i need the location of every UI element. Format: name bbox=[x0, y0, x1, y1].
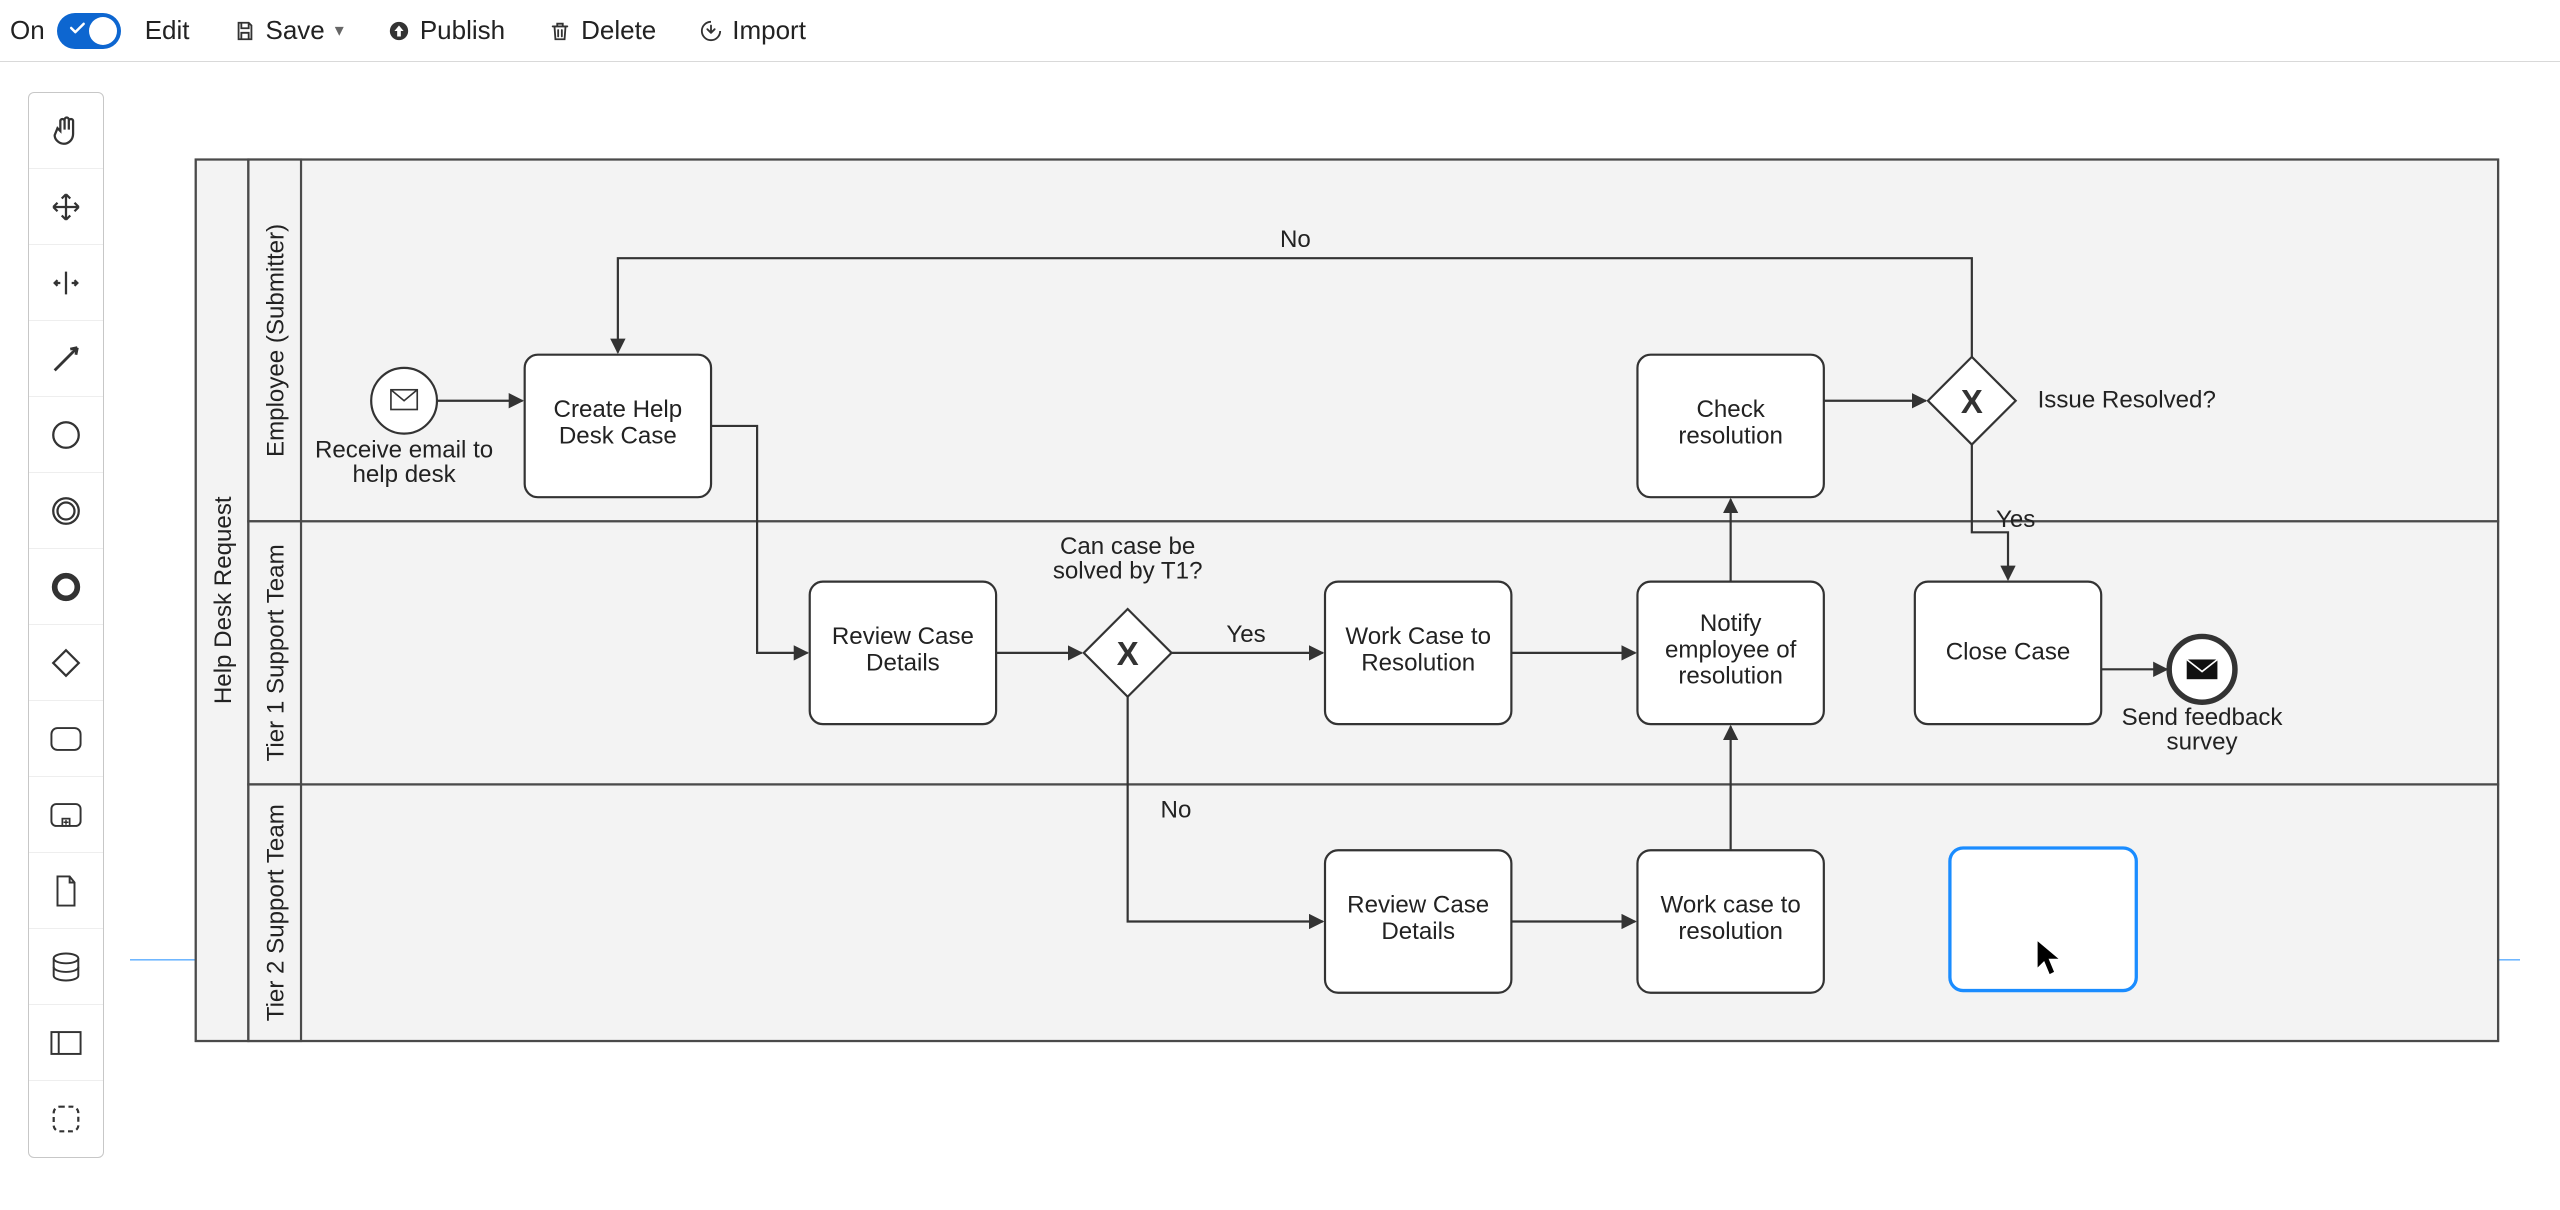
save-button[interactable]: Save ▾ bbox=[234, 15, 344, 46]
double-circle-shape[interactable] bbox=[29, 473, 103, 549]
diagram-canvas[interactable]: Help Desk Request Employee (Submitter) T… bbox=[130, 70, 2520, 1170]
svg-text:Create HelpDesk Case: Create HelpDesk Case bbox=[554, 396, 683, 449]
pool-label: Help Desk Request bbox=[210, 496, 237, 704]
split-tool[interactable] bbox=[29, 245, 103, 321]
delete-button[interactable]: Delete bbox=[549, 15, 656, 46]
bpmn-diagram[interactable]: Help Desk Request Employee (Submitter) T… bbox=[130, 70, 2520, 1170]
lane-label: Employee (Submitter) bbox=[262, 224, 289, 457]
task-close-case[interactable]: Close Case bbox=[1915, 582, 2101, 725]
chevron-down-icon: ▾ bbox=[335, 20, 344, 41]
task-create-help-desk-case[interactable]: Create HelpDesk Case Create Help Desk Ca… bbox=[525, 355, 711, 498]
svg-text:X: X bbox=[1961, 383, 1983, 420]
diamond-shape[interactable] bbox=[29, 625, 103, 701]
document-shape[interactable] bbox=[29, 853, 103, 929]
task-new-selected[interactable] bbox=[1950, 848, 2136, 991]
toggle-knob bbox=[89, 17, 117, 45]
move-tool[interactable] bbox=[29, 169, 103, 245]
shape-palette bbox=[28, 92, 104, 1158]
task-check-resolution[interactable]: Checkresolution Check resolution bbox=[1637, 355, 1823, 498]
datastore-shape[interactable] bbox=[29, 929, 103, 1005]
marquee-select[interactable] bbox=[29, 1081, 103, 1157]
hand-tool[interactable] bbox=[29, 93, 103, 169]
svg-text:X: X bbox=[1117, 635, 1139, 672]
trash-icon bbox=[549, 20, 571, 42]
publish-button[interactable]: Publish bbox=[388, 15, 505, 46]
task-review-case-details-t1[interactable]: Review CaseDetails Review Case Details bbox=[810, 582, 996, 725]
lane-label: Tier 1 Support Team bbox=[262, 544, 289, 761]
check-icon bbox=[67, 18, 87, 44]
task-work-case-t2[interactable]: Work case toresolution Work case to reso… bbox=[1637, 850, 1823, 993]
task-notify-employee[interactable]: Notifyemployee ofresolution Notify emplo… bbox=[1637, 582, 1823, 725]
svg-text:Close Case: Close Case bbox=[1946, 638, 2071, 665]
connector-tool[interactable] bbox=[29, 321, 103, 397]
task-work-case-t1[interactable]: Work Case toResolution Work Case to Reso… bbox=[1325, 582, 1511, 725]
svg-text:Work case toresolution: Work case toresolution bbox=[1661, 892, 1801, 945]
top-toolbar: On Edit Save ▾ Publish Delete Import bbox=[0, 0, 2560, 62]
branch-label-no: No bbox=[1280, 226, 1311, 253]
svg-text:Issue Resolved?: Issue Resolved? bbox=[2038, 386, 2216, 413]
publish-icon bbox=[388, 20, 410, 42]
subprocess-shape[interactable] bbox=[29, 777, 103, 853]
rounded-rect-shape[interactable] bbox=[29, 701, 103, 777]
thin-circle-shape[interactable] bbox=[29, 397, 103, 473]
card-shape[interactable] bbox=[29, 1005, 103, 1081]
toggle-label: On bbox=[10, 15, 45, 46]
import-button[interactable]: Import bbox=[700, 15, 806, 46]
edit-button[interactable]: Edit bbox=[145, 15, 190, 46]
lane-label: Tier 2 Support Team bbox=[262, 804, 289, 1021]
task-review-case-details-t2[interactable]: Review CaseDetails Review Case Details bbox=[1325, 850, 1511, 993]
branch-label-yes: Yes bbox=[1996, 506, 2035, 533]
on-off-toggle[interactable] bbox=[57, 13, 121, 49]
branch-label-no: No bbox=[1161, 796, 1192, 823]
svg-text:Can case besolved by T1?: Can case besolved by T1? bbox=[1053, 533, 1203, 584]
save-icon bbox=[234, 20, 256, 42]
thick-circle-shape[interactable] bbox=[29, 549, 103, 625]
import-icon bbox=[700, 20, 722, 42]
svg-text:Work Case toResolution: Work Case toResolution bbox=[1345, 623, 1491, 676]
branch-label-yes: Yes bbox=[1226, 621, 1265, 648]
